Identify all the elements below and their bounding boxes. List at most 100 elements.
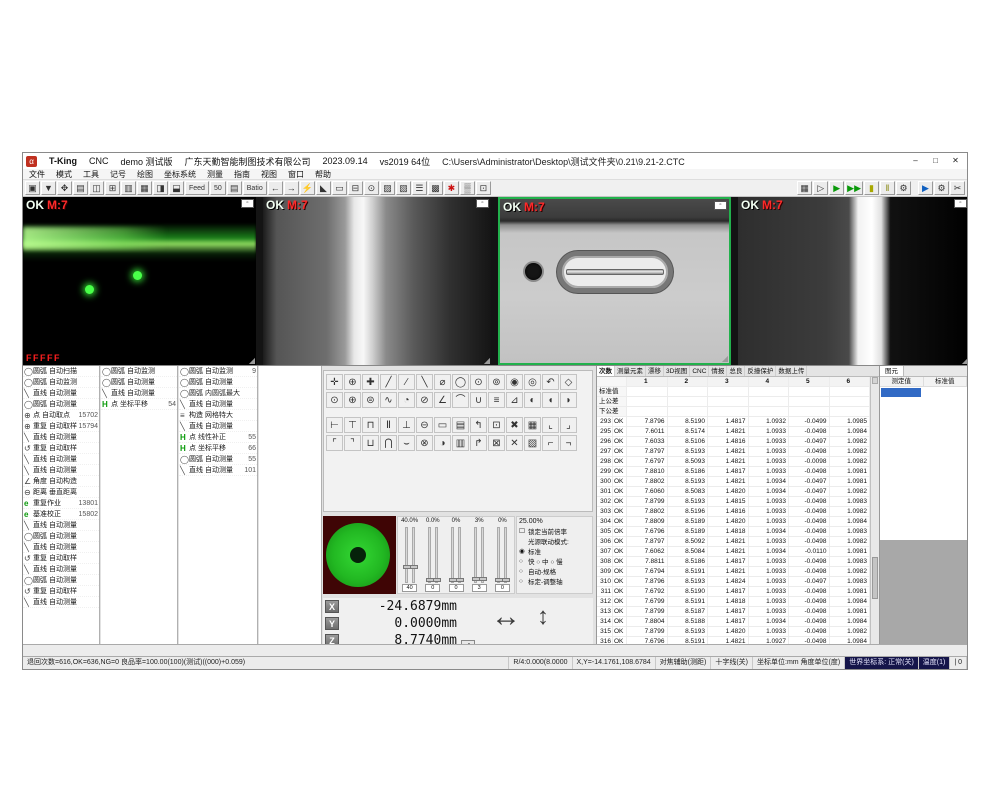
measure-tool-button[interactable]: ⌒: [452, 392, 469, 408]
prev-icon[interactable]: ←: [268, 181, 283, 195]
run-icon[interactable]: ▶: [829, 181, 844, 195]
measure-tool-button[interactable]: ⌟: [560, 417, 577, 433]
table-row[interactable]: 307OK7.60628.50841.48211.0934-0.01101.09…: [597, 547, 870, 557]
table-row[interactable]: 306OK7.87978.50921.48211.0933-0.04981.09…: [597, 537, 870, 547]
light-value-box[interactable]: 40: [402, 584, 417, 592]
camera-view-4[interactable]: OKM:7 ▫ ◢: [738, 197, 967, 365]
table-row[interactable]: 314OK7.88048.51881.48171.0934-0.04981.09…: [597, 617, 870, 627]
ratio-button[interactable]: Batio: [243, 181, 267, 195]
program-item[interactable]: e基准校正15802: [23, 509, 99, 520]
measure-tool-button[interactable]: ▦: [524, 417, 541, 433]
light-option[interactable]: ◉标准: [519, 546, 590, 556]
table-row[interactable]: 304OK7.88098.51891.48201.0933-0.04981.09…: [597, 517, 870, 527]
light-slider[interactable]: [481, 527, 484, 583]
measure-tool-button[interactable]: ↱: [470, 435, 487, 451]
measure-tool-button[interactable]: ⊓: [362, 417, 379, 433]
light-slider[interactable]: [435, 527, 438, 583]
step-run-icon[interactable]: ▷: [813, 181, 828, 195]
table-row[interactable]: 312OK7.67998.51911.48181.0933-0.04981.09…: [597, 597, 870, 607]
joystick-pad[interactable]: [323, 516, 396, 594]
measure-tool-button[interactable]: ¬: [560, 435, 577, 451]
program-item[interactable]: ⊕点自动取点15702: [23, 410, 99, 421]
table-scrollbar[interactable]: [870, 377, 879, 658]
measure-tool-button[interactable]: ✚: [362, 374, 379, 390]
light-option[interactable]: ○快 ○ 中 ○ 慢: [519, 556, 590, 566]
split-view-icon[interactable]: ◫: [89, 181, 104, 195]
measure-tool-button[interactable]: ≡: [488, 392, 505, 408]
program-item[interactable]: ◯圆弧自动扫描: [23, 366, 99, 377]
measure-tool-button[interactable]: ◯: [452, 374, 469, 390]
program-item[interactable]: ◯圆弧自动监测9: [179, 366, 257, 377]
texture-icon[interactable]: ▒: [460, 181, 475, 195]
light-value-box[interactable]: 0: [495, 584, 510, 592]
camera-view-2[interactable]: OKM:7 ▫ ◢: [263, 197, 491, 365]
program-item[interactable]: ◯圆弧内圆弧最大: [179, 388, 257, 399]
dropdown-icon[interactable]: ▼: [41, 181, 56, 195]
table-row[interactable]: 293OK7.87968.51901.48171.0932-0.04991.09…: [597, 417, 870, 427]
run-all-icon[interactable]: ▶▶: [845, 181, 863, 195]
measure-tool-button[interactable]: ⊢: [326, 417, 343, 433]
table-tab-3[interactable]: 漂移: [646, 366, 664, 376]
scroll-thumb[interactable]: [872, 557, 878, 599]
table-row[interactable]: 296OK7.60338.51061.48161.0933-0.04971.09…: [597, 437, 870, 447]
next-icon[interactable]: →: [284, 181, 299, 195]
measure-tool-button[interactable]: ◉: [506, 374, 523, 390]
table-tab-7[interactable]: 总良: [727, 366, 745, 376]
measure-tool-button[interactable]: ⌀: [434, 374, 451, 390]
program-item[interactable]: ╲直线自动测量: [23, 465, 99, 476]
table-row[interactable]: 301OK7.60608.50831.48201.0934-0.04971.09…: [597, 487, 870, 497]
program-item[interactable]: ◯圆弧自动测量: [23, 531, 99, 542]
measure-tool-button[interactable]: ▭: [434, 417, 451, 433]
view-resize-grip[interactable]: ◢: [249, 356, 255, 365]
measure-tool-button[interactable]: ✕: [506, 435, 523, 451]
jog-arrows[interactable]: ↔ ↕: [491, 602, 549, 632]
view-resize-grip[interactable]: ◢: [962, 356, 967, 365]
light-slider[interactable]: [428, 527, 431, 583]
program-item[interactable]: H点坐标平移54: [101, 399, 177, 410]
program-item[interactable]: ╲直线自动测量: [179, 421, 257, 432]
program-item[interactable]: ╲直线自动测量: [101, 388, 177, 399]
layers-icon[interactable]: ☰: [412, 181, 427, 195]
menu-item[interactable]: 指南: [234, 169, 250, 180]
measure-tool-button[interactable]: ∿: [380, 392, 397, 408]
table-row[interactable]: 299OK7.88108.51861.48171.0933-0.04981.09…: [597, 467, 870, 477]
program-item[interactable]: ∠角度自动构造: [23, 476, 99, 487]
program-item[interactable]: ◯圆弧自动测量: [23, 399, 99, 410]
program-item[interactable]: ╲直线自动测量: [23, 564, 99, 575]
measure-tool-button[interactable]: ╲: [416, 374, 433, 390]
move-icon[interactable]: ✥: [57, 181, 72, 195]
magnifier-icon[interactable]: ⊙: [364, 181, 379, 195]
table-tab-1[interactable]: 次数: [597, 366, 615, 376]
table-tab-9[interactable]: 数据上传: [776, 366, 807, 376]
measure-tool-button[interactable]: ▤: [452, 417, 469, 433]
measure-tool-button[interactable]: ⊕: [344, 374, 361, 390]
table-tab-8[interactable]: 反撞保护: [745, 366, 776, 376]
program-item[interactable]: ↺重复自动取样: [23, 586, 99, 597]
program-item[interactable]: ╲直线自动测量: [23, 520, 99, 531]
play-blue-icon[interactable]: ▶: [918, 181, 933, 195]
menu-item[interactable]: 记号: [110, 169, 126, 180]
measure-tool-button[interactable]: ◑: [434, 435, 451, 451]
program-item[interactable]: H点坐标平移66: [179, 443, 257, 454]
menu-item[interactable]: 帮助: [315, 169, 331, 180]
table-row[interactable]: 303OK7.88028.51961.48161.0933-0.04981.09…: [597, 507, 870, 517]
program-item[interactable]: e重复作业13801: [23, 498, 99, 509]
table-row[interactable]: 298OK7.67978.50931.48211.0933-0.00981.09…: [597, 457, 870, 467]
hatch-pattern-icon[interactable]: ▨: [380, 181, 395, 195]
camera-view-1[interactable]: OKM:7 ▫ FFFFF ◢: [23, 197, 256, 365]
table-row[interactable]: 309OK7.67948.51911.48211.0933-0.04981.09…: [597, 567, 870, 577]
menu-item[interactable]: 工具: [83, 169, 99, 180]
light-option[interactable]: ○标定-调整轴: [519, 576, 590, 586]
measure-tool-button[interactable]: ◐: [524, 392, 541, 408]
cut-icon[interactable]: ✂: [950, 181, 965, 195]
table-tab-2[interactable]: 测量元素: [615, 366, 646, 376]
measure-tool-button[interactable]: ⌝: [344, 435, 361, 451]
light-slider-thumb[interactable]: [410, 565, 418, 569]
table-row[interactable]: 302OK7.87998.51931.48151.0933-0.04981.09…: [597, 497, 870, 507]
view-corner-button[interactable]: ▫: [241, 199, 254, 208]
program-item[interactable]: ◯圆弧自动测量55: [179, 454, 257, 465]
light-slider-thumb[interactable]: [479, 577, 487, 581]
jog-vertical-icon[interactable]: ↕: [537, 604, 549, 630]
stop-icon[interactable]: ▮: [864, 181, 879, 195]
measure-tool-button[interactable]: ⊘: [416, 392, 433, 408]
